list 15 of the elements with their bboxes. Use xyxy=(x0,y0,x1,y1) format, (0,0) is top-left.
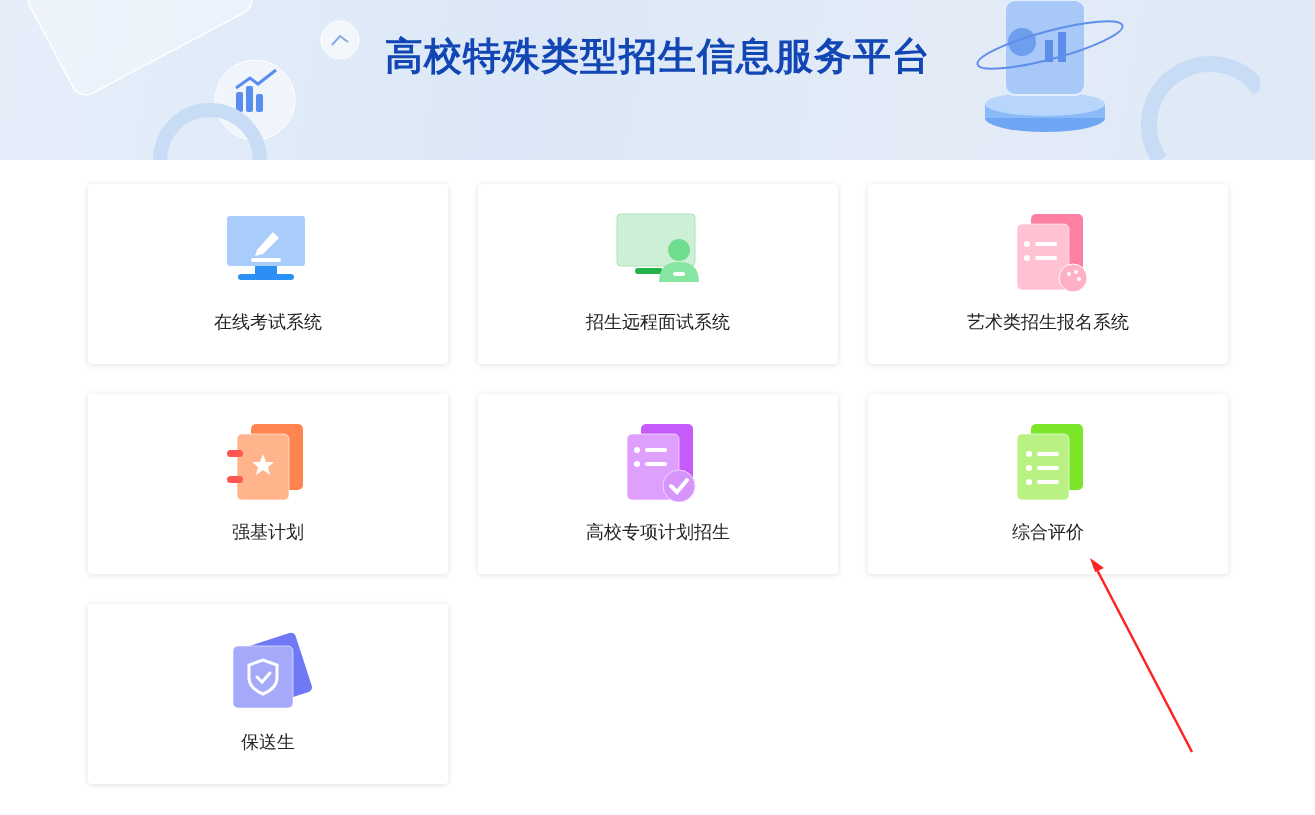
system-card[interactable]: 艺术类招生报名系统 xyxy=(868,184,1228,364)
system-card[interactable]: 招生远程面试系统 xyxy=(478,184,838,364)
system-name: 保送生 xyxy=(241,730,295,754)
system-card[interactable]: 高校专项计划招生 xyxy=(478,394,838,574)
system-name: 综合评价 xyxy=(1012,520,1084,544)
system-name: 艺术类招生报名系统 xyxy=(967,310,1129,334)
system-name: 招生远程面试系统 xyxy=(586,310,730,334)
system-name: 在线考试系统 xyxy=(214,310,322,334)
system-name: 强基计划 xyxy=(232,520,304,544)
system-name: 高校专项计划招生 xyxy=(586,520,730,544)
platform-title: 高校特殊类型招生信息服务平台 xyxy=(384,34,931,80)
system-card[interactable]: 综合评价 xyxy=(868,394,1228,574)
system-card[interactable]: 保送生 xyxy=(88,604,448,784)
system-card[interactable]: 强基计划 xyxy=(88,394,448,574)
system-card[interactable]: 在线考试系统 xyxy=(88,184,448,364)
